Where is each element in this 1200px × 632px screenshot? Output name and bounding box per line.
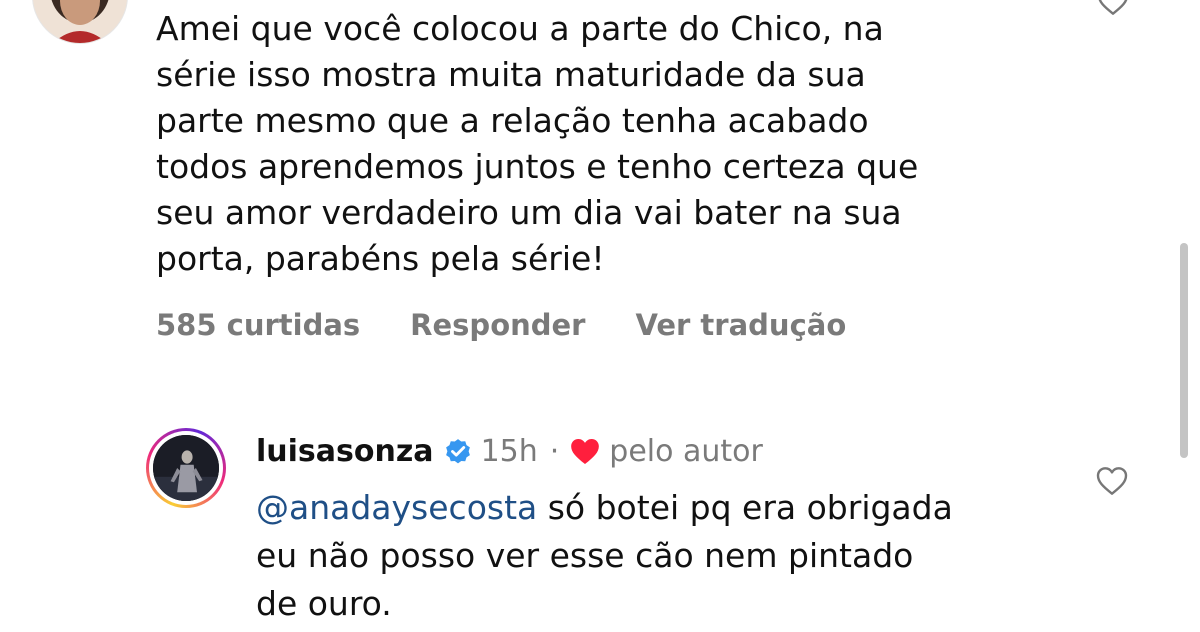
commenter-avatar[interactable] (32, 0, 128, 44)
liked-by-author-heart-icon (571, 438, 600, 464)
reply-username[interactable]: luisasonza (256, 434, 434, 469)
separator-dot: · (549, 433, 560, 469)
likes-count[interactable]: 585 curtidas (156, 305, 360, 345)
by-author-label: pelo autor (609, 433, 763, 469)
comment-actions: 585 curtidas Responder Ver tradução (156, 305, 846, 345)
reply-avatar-image (153, 435, 219, 501)
scrollbar[interactable] (1180, 243, 1188, 458)
like-heart-icon[interactable] (1097, 0, 1129, 16)
reply-button[interactable]: Responder (410, 305, 585, 345)
mention-link[interactable]: @anadaysecosta (256, 488, 537, 527)
reply-avatar[interactable] (146, 428, 226, 508)
commenter-avatar-image (33, 0, 127, 43)
reply-like-heart-icon[interactable] (1096, 466, 1128, 496)
see-translation-button[interactable]: Ver tradução (636, 305, 847, 345)
verified-badge-icon (445, 439, 470, 464)
comment-text: Amei que você colocou a parte do Chico, … (156, 9, 919, 278)
reply-text: @anadaysecosta só botei pq era obrigada … (256, 484, 1076, 628)
reply-timestamp: 15h (480, 433, 538, 469)
reply-header: luisasonza 15h · pelo autor (256, 430, 763, 472)
